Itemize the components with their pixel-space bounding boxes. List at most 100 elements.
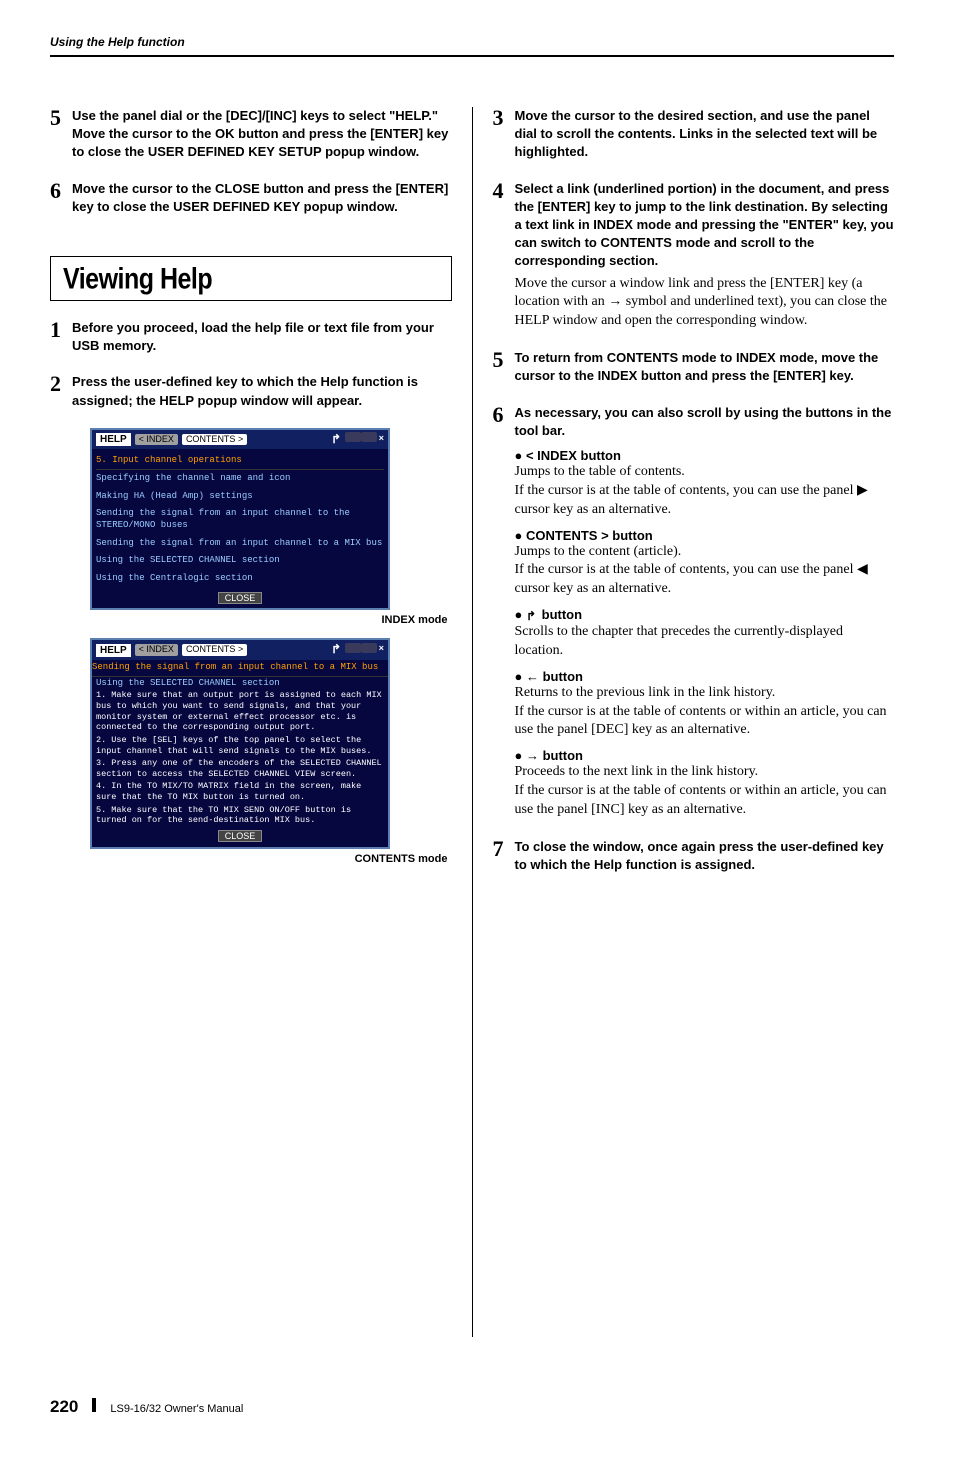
- close-icon[interactable]: ×: [379, 644, 384, 656]
- back-icon[interactable]: [345, 643, 361, 653]
- vh-step1-text: Before you proceed, load the help file o…: [72, 319, 452, 355]
- left-column: 5 Use the panel dial or the [DEC]/[INC] …: [50, 107, 452, 1337]
- footer-bar-icon: [92, 1398, 96, 1412]
- help-titlebar: HELP < INDEX CONTENTS > ×: [92, 640, 388, 660]
- article-line: 1. Make sure that an output port is assi…: [92, 690, 388, 735]
- contents-button[interactable]: CONTENTS >: [182, 434, 247, 446]
- desc-line: If the cursor is at the table of content…: [515, 703, 895, 741]
- help-title-label: HELP: [96, 433, 131, 446]
- r-step7-text: To close the window, once again press th…: [515, 838, 895, 874]
- section-heading-box: Viewing Help: [50, 256, 452, 301]
- help-link[interactable]: Sending the signal from an input channel…: [96, 505, 384, 534]
- page-footer: 220 LS9-16/32 Owner's Manual: [50, 1397, 894, 1417]
- index-button-desc: ● < INDEX button Jumps to the table of c…: [515, 448, 895, 520]
- step-number: 5: [493, 349, 515, 385]
- step-number: 7: [493, 838, 515, 874]
- desc-line: Returns to the previous link in the link…: [515, 684, 895, 703]
- continued-steps: 5 Use the panel dial or the [DEC]/[INC] …: [50, 107, 452, 216]
- forward-icon[interactable]: [361, 643, 377, 653]
- figure-caption: CONTENTS mode: [90, 853, 452, 865]
- desc-line: Jumps to the table of contents.: [515, 463, 895, 482]
- step-number: 6: [493, 404, 515, 820]
- bullet-title: ● CONTENTS > button: [515, 528, 895, 543]
- r-step-6: 6 As necessary, you can also scroll by u…: [493, 404, 895, 820]
- chapter-up-icon[interactable]: [331, 642, 343, 658]
- chapter-up-button-desc: ● button Scrolls to the chapter that pre…: [515, 607, 895, 660]
- back-button-desc: ● ← button Returns to the previous link …: [515, 669, 895, 741]
- chapter-up-icon: [526, 609, 538, 623]
- viewing-help-steps: 1 Before you proceed, load the help file…: [50, 319, 452, 410]
- bullet-title: ● → button: [515, 748, 895, 763]
- help-body: Sending the signal from an input channel…: [92, 660, 388, 828]
- toolbar-icons: ×: [331, 642, 384, 658]
- article-subtitle: Using the SELECTED CHANNEL section: [92, 677, 388, 691]
- contents-button[interactable]: CONTENTS >: [182, 644, 247, 656]
- page-number: 220: [50, 1397, 78, 1417]
- column-rule: [472, 107, 473, 1337]
- step-number: 6: [50, 180, 72, 216]
- close-button[interactable]: CLOSE: [218, 830, 263, 842]
- forward-button-desc: ● → button Proceeds to the next link in …: [515, 748, 895, 820]
- r-step-5: 5 To return from CONTENTS mode to INDEX …: [493, 349, 895, 385]
- article-line: 3. Press any one of the encoders of the …: [92, 758, 388, 781]
- desc-line: Scrolls to the chapter that precedes the…: [515, 623, 895, 661]
- vh-step-1: 1 Before you proceed, load the help file…: [50, 319, 452, 355]
- r-step-3: 3 Move the cursor to the desired section…: [493, 107, 895, 162]
- header-rule: [50, 55, 894, 57]
- article-line: 5. Make sure that the TO MIX SEND ON/OFF…: [92, 805, 388, 828]
- close-button[interactable]: CLOSE: [218, 592, 263, 604]
- chapter-up-icon[interactable]: [331, 432, 343, 448]
- step-number: 3: [493, 107, 515, 162]
- help-link[interactable]: Specifying the channel name and icon: [96, 470, 384, 488]
- back-icon[interactable]: [345, 432, 361, 442]
- help-chapter-header: 5. Input channel operations: [96, 453, 384, 470]
- article-line: 4. In the TO MIX/TO MATRIX field in the …: [92, 781, 388, 804]
- article-line: 2. Use the [SEL] keys of the top panel t…: [92, 735, 388, 758]
- desc-line: Jumps to the content (article).: [515, 543, 895, 562]
- bullet-title: ● button: [515, 607, 895, 623]
- bullet-title: ● < INDEX button: [515, 448, 895, 463]
- index-button[interactable]: < INDEX: [135, 434, 178, 446]
- desc-line: If the cursor is at the table of content…: [515, 782, 895, 820]
- forward-icon[interactable]: [361, 432, 377, 442]
- help-link[interactable]: Using the SELECTED CHANNEL section: [96, 552, 384, 570]
- r-step4-body: Move the cursor a window link and press …: [515, 275, 895, 332]
- help-title-label: HELP: [96, 644, 131, 657]
- step-5: 5 Use the panel dial or the [DEC]/[INC] …: [50, 107, 452, 162]
- help-link[interactable]: Using the Centralogic section: [96, 570, 384, 588]
- help-close-row: CLOSE: [92, 590, 388, 609]
- r-step-4: 4 Select a link (underlined portion) in …: [493, 180, 895, 332]
- footer-text: LS9-16/32 Owner's Manual: [110, 1403, 243, 1415]
- toolbar-icons: ×: [331, 432, 384, 448]
- desc-line: Proceeds to the next link in the link hi…: [515, 763, 895, 782]
- step-5-text: Use the panel dial or the [DEC]/[INC] ke…: [72, 107, 452, 162]
- bullet-title: ● ← button: [515, 669, 895, 684]
- help-window-contents: HELP < INDEX CONTENTS > × Sending the si…: [90, 638, 390, 848]
- desc-line: If the cursor is at the table of content…: [515, 482, 895, 520]
- r-step5-text: To return from CONTENTS mode to INDEX mo…: [515, 349, 895, 385]
- step-number: 5: [50, 107, 72, 162]
- desc-line: If the cursor is at the table of content…: [515, 561, 895, 599]
- contents-button-desc: ● CONTENTS > button Jumps to the content…: [515, 528, 895, 600]
- figure-contents-mode: HELP < INDEX CONTENTS > × Sending the si…: [90, 638, 452, 864]
- figure-index-mode: HELP < INDEX CONTENTS > × 5. Input chann…: [90, 428, 452, 627]
- help-titlebar: HELP < INDEX CONTENTS > ×: [92, 430, 388, 450]
- step-number: 4: [493, 180, 515, 332]
- step-6-text: Move the cursor to the CLOSE button and …: [72, 180, 452, 216]
- r-step3-text: Move the cursor to the desired section, …: [515, 107, 895, 162]
- two-column-layout: 5 Use the panel dial or the [DEC]/[INC] …: [50, 107, 894, 1337]
- section-heading: Viewing Help: [63, 262, 439, 297]
- help-link[interactable]: Making HA (Head Amp) settings: [96, 488, 384, 506]
- running-head: Using the Help function: [50, 35, 894, 49]
- close-icon[interactable]: ×: [379, 434, 384, 446]
- figure-caption: INDEX mode: [90, 614, 452, 626]
- r-step4-text: Select a link (underlined portion) in th…: [515, 180, 895, 271]
- step-number: 1: [50, 319, 72, 355]
- page: Using the Help function 5 Use the panel …: [0, 0, 954, 1457]
- step-6: 6 Move the cursor to the CLOSE button an…: [50, 180, 452, 216]
- help-body: 5. Input channel operations Specifying t…: [92, 449, 388, 590]
- help-close-row: CLOSE: [92, 828, 388, 847]
- help-link[interactable]: Sending the signal from an input channel…: [96, 535, 384, 553]
- index-button[interactable]: < INDEX: [135, 644, 178, 656]
- step-number: 2: [50, 373, 72, 409]
